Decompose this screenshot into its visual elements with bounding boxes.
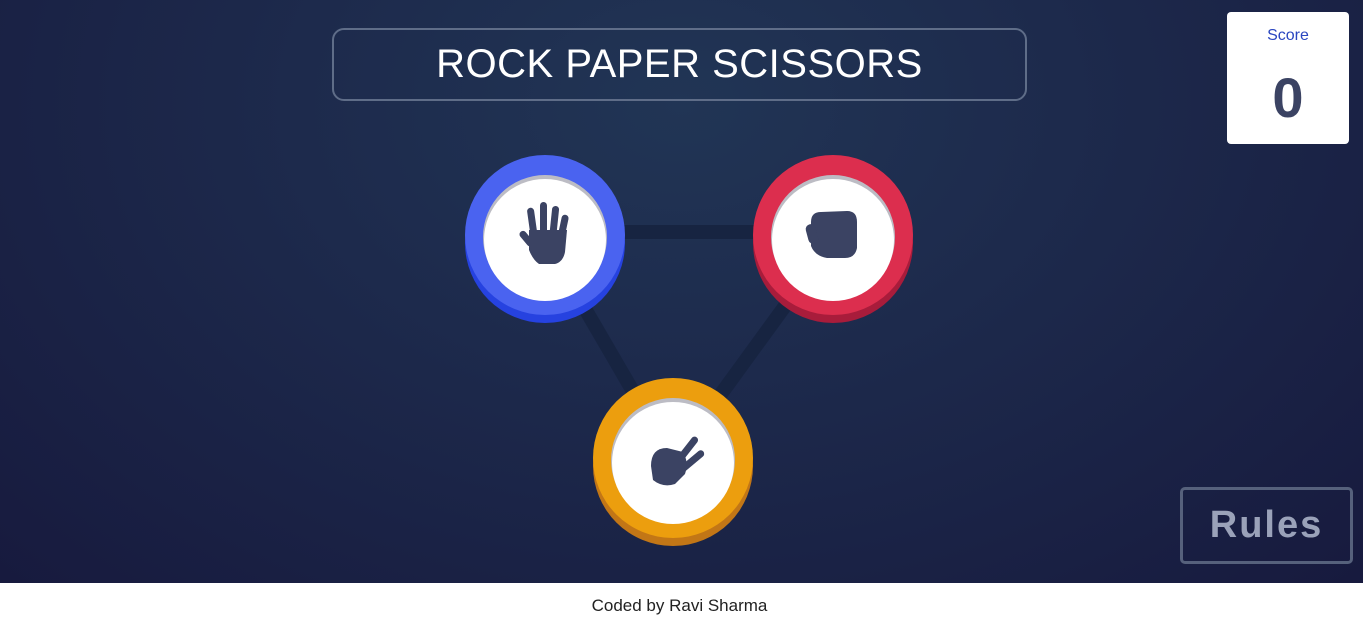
footer: Coded by Ravi Sharma [0,583,1363,629]
rock-button[interactable] [753,155,913,323]
scissors-button[interactable] [593,378,753,546]
rules-button[interactable]: Rules [1180,487,1353,564]
footer-credit: Coded by Ravi Sharma [591,596,768,615]
paper-button[interactable] [465,155,625,323]
game-board: ROCK PAPER SCISSORS Score 0 Rules [0,0,1363,583]
choice-triangle [465,155,913,546]
